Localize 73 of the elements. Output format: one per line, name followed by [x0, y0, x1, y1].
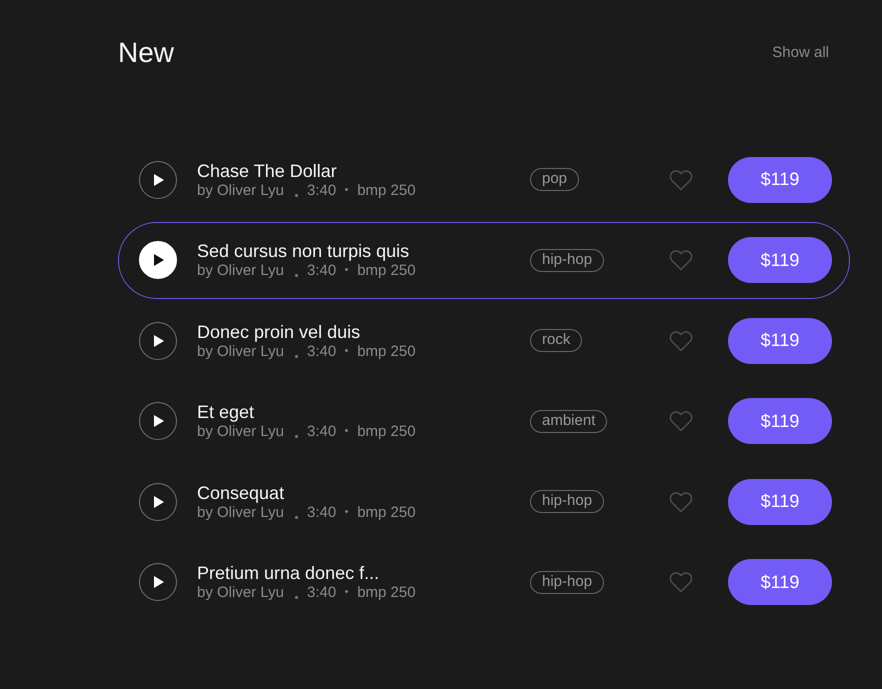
track-title: Pretium urna donec f...: [197, 562, 380, 584]
play-button[interactable]: [139, 160, 177, 198]
play-button[interactable]: [139, 402, 177, 440]
separator-dot-icon: [294, 596, 298, 599]
track-bpm: bmp 250: [357, 182, 416, 200]
price-button[interactable]: $119: [728, 318, 832, 364]
price-button[interactable]: $119: [728, 237, 832, 283]
price-button[interactable]: $119: [728, 478, 832, 524]
separator-dot-icon: [294, 516, 298, 518]
track-title: Donec proin vel duis: [197, 320, 360, 342]
separator-dot-icon: [345, 429, 348, 432]
heart-icon: [669, 410, 693, 432]
track-title: Consequat: [197, 482, 284, 504]
price-button[interactable]: $119: [728, 398, 832, 444]
artist-name: by Oliver Lyu: [197, 584, 284, 602]
track-duration: 3:40: [306, 423, 336, 441]
artist-name: by Oliver Lyu: [197, 182, 284, 200]
track-title: Et eget: [197, 401, 254, 423]
separator-dot-icon: [294, 435, 298, 438]
track-bpm: bmp 250: [357, 342, 416, 360]
track-row[interactable]: Sed cursus non turpis quis by Oliver Lyu 3:40 bmp 250 hip-hop $119: [118, 222, 850, 298]
separator-dot-icon: [294, 354, 298, 358]
show-all-link[interactable]: Show all: [772, 44, 829, 62]
track-duration: 3:40: [306, 504, 336, 522]
play-button[interactable]: [139, 563, 177, 601]
track-title: Sed cursus non turpis quis: [197, 240, 410, 262]
section-title: New: [118, 36, 174, 70]
track-row[interactable]: Chase The Dollar by Oliver Lyu 3:40 bmp 250 pop $119: [118, 141, 850, 218]
track-bpm: bmp 250: [357, 423, 416, 441]
artist-name: by Oliver Lyu: [197, 504, 284, 522]
genre-tag[interactable]: pop: [530, 168, 580, 191]
separator-dot-icon: [345, 188, 348, 190]
genre-tag[interactable]: hip-hop: [530, 248, 604, 272]
separator-dot-icon: [345, 510, 348, 512]
artist-name: by Oliver Lyu: [197, 342, 284, 360]
genre-tag[interactable]: rock: [530, 329, 582, 352]
track-duration: 3:40: [306, 182, 336, 200]
play-icon: [154, 576, 164, 588]
track-row[interactable]: Donec proin vel duis by Oliver Lyu 3:40 bmp 250 rock $119: [118, 302, 850, 379]
track-duration: 3:40: [306, 584, 336, 602]
track-row[interactable]: Et eget by Oliver Lyu 3:40 bmp 250 ambient $119: [118, 382, 850, 460]
play-button[interactable]: [139, 322, 177, 360]
heart-icon: [669, 168, 693, 190]
track-duration: 3:40: [306, 262, 336, 280]
separator-dot-icon: [345, 348, 348, 352]
play-icon: [154, 496, 164, 508]
play-icon: [154, 415, 164, 427]
track-bpm: bmp 250: [357, 504, 416, 522]
play-icon: [154, 334, 164, 346]
separator-dot-icon: [345, 268, 348, 271]
heart-icon: [669, 571, 693, 593]
play-icon: [154, 254, 164, 266]
track-bpm: bmp 250: [357, 262, 416, 280]
track-row[interactable]: Pretium urna donec f... by Oliver Lyu 3:40 bmp 250 hip-hop $119: [118, 544, 850, 620]
track-title: Chase The Dollar: [197, 160, 337, 182]
track-bpm: bmp 250: [357, 584, 416, 602]
play-button[interactable]: [139, 482, 177, 520]
track-row[interactable]: Consequat by Oliver Lyu 3:40 bmp 250 hip-hop $119: [118, 463, 850, 540]
heart-icon: [669, 249, 693, 271]
separator-dot-icon: [345, 590, 348, 593]
genre-tag[interactable]: ambient: [530, 410, 608, 432]
separator-dot-icon: [294, 274, 298, 277]
artist-name: by Oliver Lyu: [197, 423, 284, 441]
play-icon: [154, 174, 164, 186]
heart-icon: [669, 330, 693, 352]
price-button[interactable]: $119: [728, 156, 832, 202]
heart-icon: [669, 490, 693, 512]
price-button[interactable]: $119: [728, 559, 832, 605]
artist-name: by Oliver Lyu: [197, 262, 284, 280]
genre-tag[interactable]: hip-hop: [530, 490, 604, 513]
separator-dot-icon: [294, 194, 298, 196]
track-duration: 3:40: [306, 342, 336, 360]
genre-tag[interactable]: hip-hop: [530, 570, 604, 594]
